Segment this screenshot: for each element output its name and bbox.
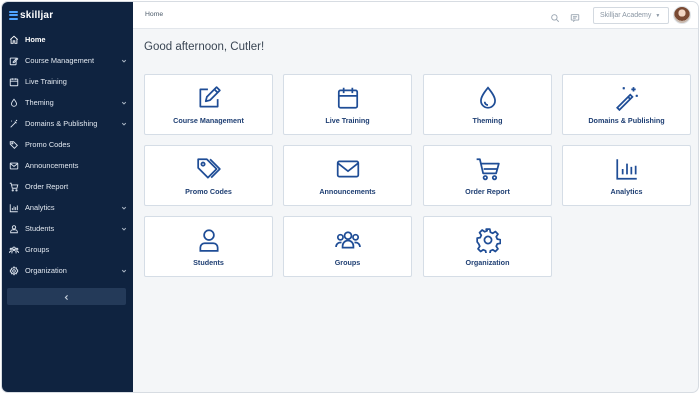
sidebar-item-label: Course Management xyxy=(25,56,95,65)
card-label: Live Training xyxy=(325,116,370,125)
sidebar-item-label: Students xyxy=(25,224,55,233)
chevron-down-icon xyxy=(121,121,127,127)
sidebar-item-promo-codes[interactable]: Promo Codes xyxy=(2,134,133,155)
card-label: Organization xyxy=(465,258,510,267)
card-label: Groups xyxy=(334,258,361,267)
search-icon[interactable] xyxy=(550,10,560,23)
chart-icon xyxy=(614,156,640,182)
brand-logo[interactable]: skilljar xyxy=(9,8,53,22)
droplet-icon xyxy=(9,98,19,108)
sidebar-item-live-training[interactable]: Live Training xyxy=(2,71,133,92)
sidebar-item-label: Promo Codes xyxy=(25,140,71,149)
main-content: Good afternoon, Cutler! Course Managemen… xyxy=(133,29,698,392)
card-order-report[interactable]: Order Report xyxy=(423,145,552,206)
card-live-training[interactable]: Live Training xyxy=(283,74,412,135)
organization-select-value: Skilljar Academy xyxy=(600,12,652,19)
calendar-icon xyxy=(335,85,361,111)
cart-icon xyxy=(475,156,501,182)
organization-select[interactable]: Skilljar Academy ▼ xyxy=(593,7,669,24)
gear-icon xyxy=(9,265,19,276)
card-label: Students xyxy=(193,258,224,267)
sidebar-nav: Home Course Management Live Training The… xyxy=(2,29,133,281)
card-promo-codes[interactable]: Promo Codes xyxy=(144,145,273,206)
sidebar-item-home[interactable]: Home xyxy=(2,29,133,50)
breadcrumb[interactable]: Home xyxy=(145,11,163,18)
card-organization[interactable]: Organization xyxy=(423,216,552,277)
home-icon xyxy=(9,35,19,45)
sidebar-item-analytics[interactable]: Analytics xyxy=(2,197,133,218)
logo-icon xyxy=(9,10,18,20)
card-domains-publishing[interactable]: Domains & Publishing xyxy=(562,74,691,135)
card-theming[interactable]: Theming xyxy=(423,74,552,135)
envelope-icon xyxy=(335,156,361,182)
sidebar-item-domains-publishing[interactable]: Domains & Publishing xyxy=(2,113,133,134)
sidebar-item-label: Organization xyxy=(25,266,67,275)
droplet-icon xyxy=(475,85,501,111)
card-label: Course Management xyxy=(173,116,244,125)
sidebar-item-label: Theming xyxy=(25,98,54,107)
edit-icon xyxy=(9,56,19,66)
card-course-management[interactable]: Course Management xyxy=(144,74,273,135)
message-icon[interactable] xyxy=(570,10,580,23)
sidebar-item-groups[interactable]: Groups xyxy=(2,239,133,260)
sidebar-item-theming[interactable]: Theming xyxy=(2,92,133,113)
chevron-left-icon xyxy=(63,288,70,306)
card-groups[interactable]: Groups xyxy=(283,216,412,277)
card-label: Theming xyxy=(472,116,503,125)
sidebar-item-course-management[interactable]: Course Management xyxy=(2,50,133,71)
collapse-sidebar-button[interactable] xyxy=(7,288,126,305)
card-students[interactable]: Students xyxy=(144,216,273,277)
sidebar-item-label: Domains & Publishing xyxy=(25,119,98,128)
sidebar-item-label: Analytics xyxy=(25,203,55,212)
tags-icon xyxy=(196,156,222,182)
sidebar-item-announcements[interactable]: Announcements xyxy=(2,155,133,176)
avatar[interactable] xyxy=(673,6,691,24)
chevron-down-icon xyxy=(121,100,127,106)
top-bar: Home Skilljar Academy ▼ xyxy=(133,2,698,29)
edit-icon xyxy=(196,85,222,111)
app-window: skilljar Home Course Management Live Tra… xyxy=(1,1,699,393)
sidebar-item-order-report[interactable]: Order Report xyxy=(2,176,133,197)
calendar-icon xyxy=(9,77,19,87)
sidebar-item-label: Order Report xyxy=(25,182,69,191)
chevron-down-icon xyxy=(121,205,127,211)
sidebar-item-label: Announcements xyxy=(25,161,79,170)
card-announcements[interactable]: Announcements xyxy=(283,145,412,206)
card-analytics[interactable]: Analytics xyxy=(562,145,691,206)
sidebar-item-students[interactable]: Students xyxy=(2,218,133,239)
card-label: Domains & Publishing xyxy=(588,116,665,125)
chevron-down-icon xyxy=(121,268,127,274)
chevron-down-icon xyxy=(121,226,127,232)
users-icon xyxy=(9,245,19,255)
chevron-down-icon xyxy=(121,58,127,64)
brand-name: skilljar xyxy=(20,9,54,21)
page-title: Good afternoon, Cutler! xyxy=(144,41,265,53)
sidebar-item-label: Live Training xyxy=(25,77,67,86)
cart-icon xyxy=(9,182,19,192)
sidebar: skilljar Home Course Management Live Tra… xyxy=(2,2,133,392)
user-icon xyxy=(196,227,222,253)
card-label: Analytics xyxy=(610,187,643,196)
tags-icon xyxy=(9,140,19,150)
magic-wand-icon xyxy=(9,119,19,129)
card-label: Promo Codes xyxy=(185,187,232,196)
card-label: Order Report xyxy=(465,187,510,196)
sidebar-item-organization[interactable]: Organization xyxy=(2,260,133,281)
user-icon xyxy=(9,224,19,234)
sidebar-item-label: Groups xyxy=(25,245,50,254)
magic-wand-icon xyxy=(614,85,640,112)
sidebar-item-label: Home xyxy=(25,35,46,44)
gear-icon xyxy=(475,227,501,255)
caret-down-icon: ▼ xyxy=(655,12,661,19)
users-icon xyxy=(334,227,361,253)
card-label: Announcements xyxy=(319,187,376,196)
envelope-icon xyxy=(9,161,19,171)
chart-icon xyxy=(9,203,19,213)
